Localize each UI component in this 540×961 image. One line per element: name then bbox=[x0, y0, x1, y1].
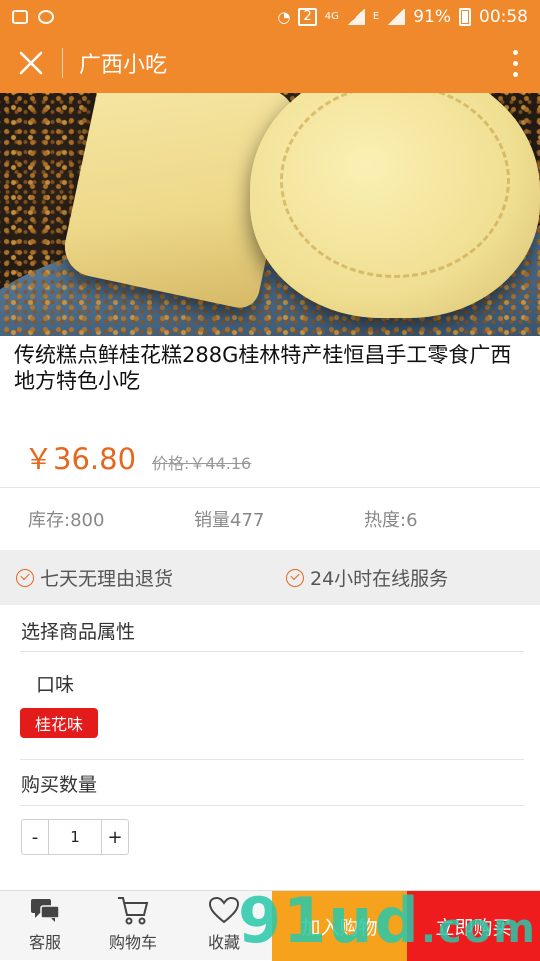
cart-icon bbox=[116, 895, 150, 925]
original-price: 价格:￥44.16 bbox=[152, 454, 252, 473]
chat-icon bbox=[28, 895, 62, 925]
return-policy-label: 七天无理由退货 bbox=[40, 568, 174, 590]
quantity-title: 购买数量 bbox=[21, 774, 98, 796]
close-icon bbox=[19, 51, 43, 75]
divider bbox=[20, 805, 524, 806]
add-to-cart-button[interactable]: 加入购物 bbox=[272, 891, 407, 961]
status-bar: ◔ 2 4G E 91% 00:58 bbox=[0, 0, 540, 33]
decrease-button[interactable]: - bbox=[22, 820, 48, 854]
flavor-label: 口味 bbox=[36, 674, 75, 696]
cart-button[interactable]: 购物车 bbox=[100, 891, 166, 961]
message-icon bbox=[12, 9, 28, 24]
divider bbox=[0, 487, 540, 488]
customer-service-button[interactable]: 客服 bbox=[14, 891, 76, 961]
signal-icon-2 bbox=[387, 8, 406, 25]
more-dot-icon bbox=[512, 49, 518, 55]
network-type-2: E bbox=[372, 11, 380, 22]
battery-percent: 91% bbox=[413, 6, 451, 27]
cake-graphic bbox=[250, 93, 540, 318]
favorite-button[interactable]: 收藏 bbox=[196, 891, 252, 961]
divider bbox=[20, 651, 524, 652]
product-stats: 库存:800 销量477 热度:6 bbox=[0, 506, 540, 534]
network-type: 4G bbox=[324, 11, 339, 22]
price-row: ￥36.80 价格:￥44.16 bbox=[24, 436, 251, 478]
online-service-item: 24小时在线服务 bbox=[286, 564, 448, 591]
sim-badge: 2 bbox=[298, 7, 317, 26]
sales-count: 销量477 bbox=[194, 510, 265, 531]
divider bbox=[20, 759, 524, 760]
more-dot-icon bbox=[512, 71, 518, 77]
heart-icon bbox=[207, 895, 241, 925]
product-image[interactable] bbox=[0, 93, 540, 336]
quantity-input[interactable]: 1 bbox=[48, 820, 102, 854]
header-divider bbox=[62, 48, 63, 78]
more-dot-icon bbox=[512, 60, 518, 66]
online-service-label: 24小时在线服务 bbox=[310, 568, 449, 590]
heat-count: 热度:6 bbox=[364, 510, 418, 531]
flavor-option-chip[interactable]: 桂花味 bbox=[20, 708, 98, 738]
bottom-action-bar: 客服 购物车 收藏 加入购物 立即购买 bbox=[0, 890, 540, 961]
clock: 00:58 bbox=[479, 6, 528, 27]
service-guarantees: 七天无理由退货 24小时在线服务 bbox=[0, 550, 540, 605]
battery-icon bbox=[459, 7, 471, 26]
quantity-stepper: - 1 + bbox=[21, 819, 129, 855]
wifi-icon: ◔ bbox=[277, 7, 291, 26]
cart-label: 购物车 bbox=[108, 933, 157, 952]
stock-count: 库存:800 bbox=[28, 510, 105, 531]
close-button[interactable] bbox=[0, 33, 62, 93]
current-price: ￥36.80 bbox=[24, 442, 137, 476]
page-title: 广西小吃 bbox=[79, 53, 168, 78]
customer-service-label: 客服 bbox=[28, 933, 61, 952]
check-circle-icon bbox=[286, 568, 304, 587]
increase-button[interactable]: + bbox=[102, 820, 128, 854]
signal-icon bbox=[346, 8, 365, 25]
favorite-label: 收藏 bbox=[207, 933, 240, 952]
buy-now-button[interactable]: 立即购买 bbox=[407, 891, 540, 961]
product-title: 传统糕点鲜桂花糕288G桂林特产桂恒昌手工零食广西地方特色小吃 bbox=[14, 343, 512, 393]
return-policy-item: 七天无理由退货 bbox=[16, 564, 173, 591]
weibo-icon bbox=[38, 9, 54, 24]
more-menu-button[interactable] bbox=[490, 33, 540, 93]
app-bar: 广西小吃 bbox=[0, 33, 540, 93]
attributes-title: 选择商品属性 bbox=[21, 621, 136, 643]
check-circle-icon bbox=[16, 568, 34, 587]
